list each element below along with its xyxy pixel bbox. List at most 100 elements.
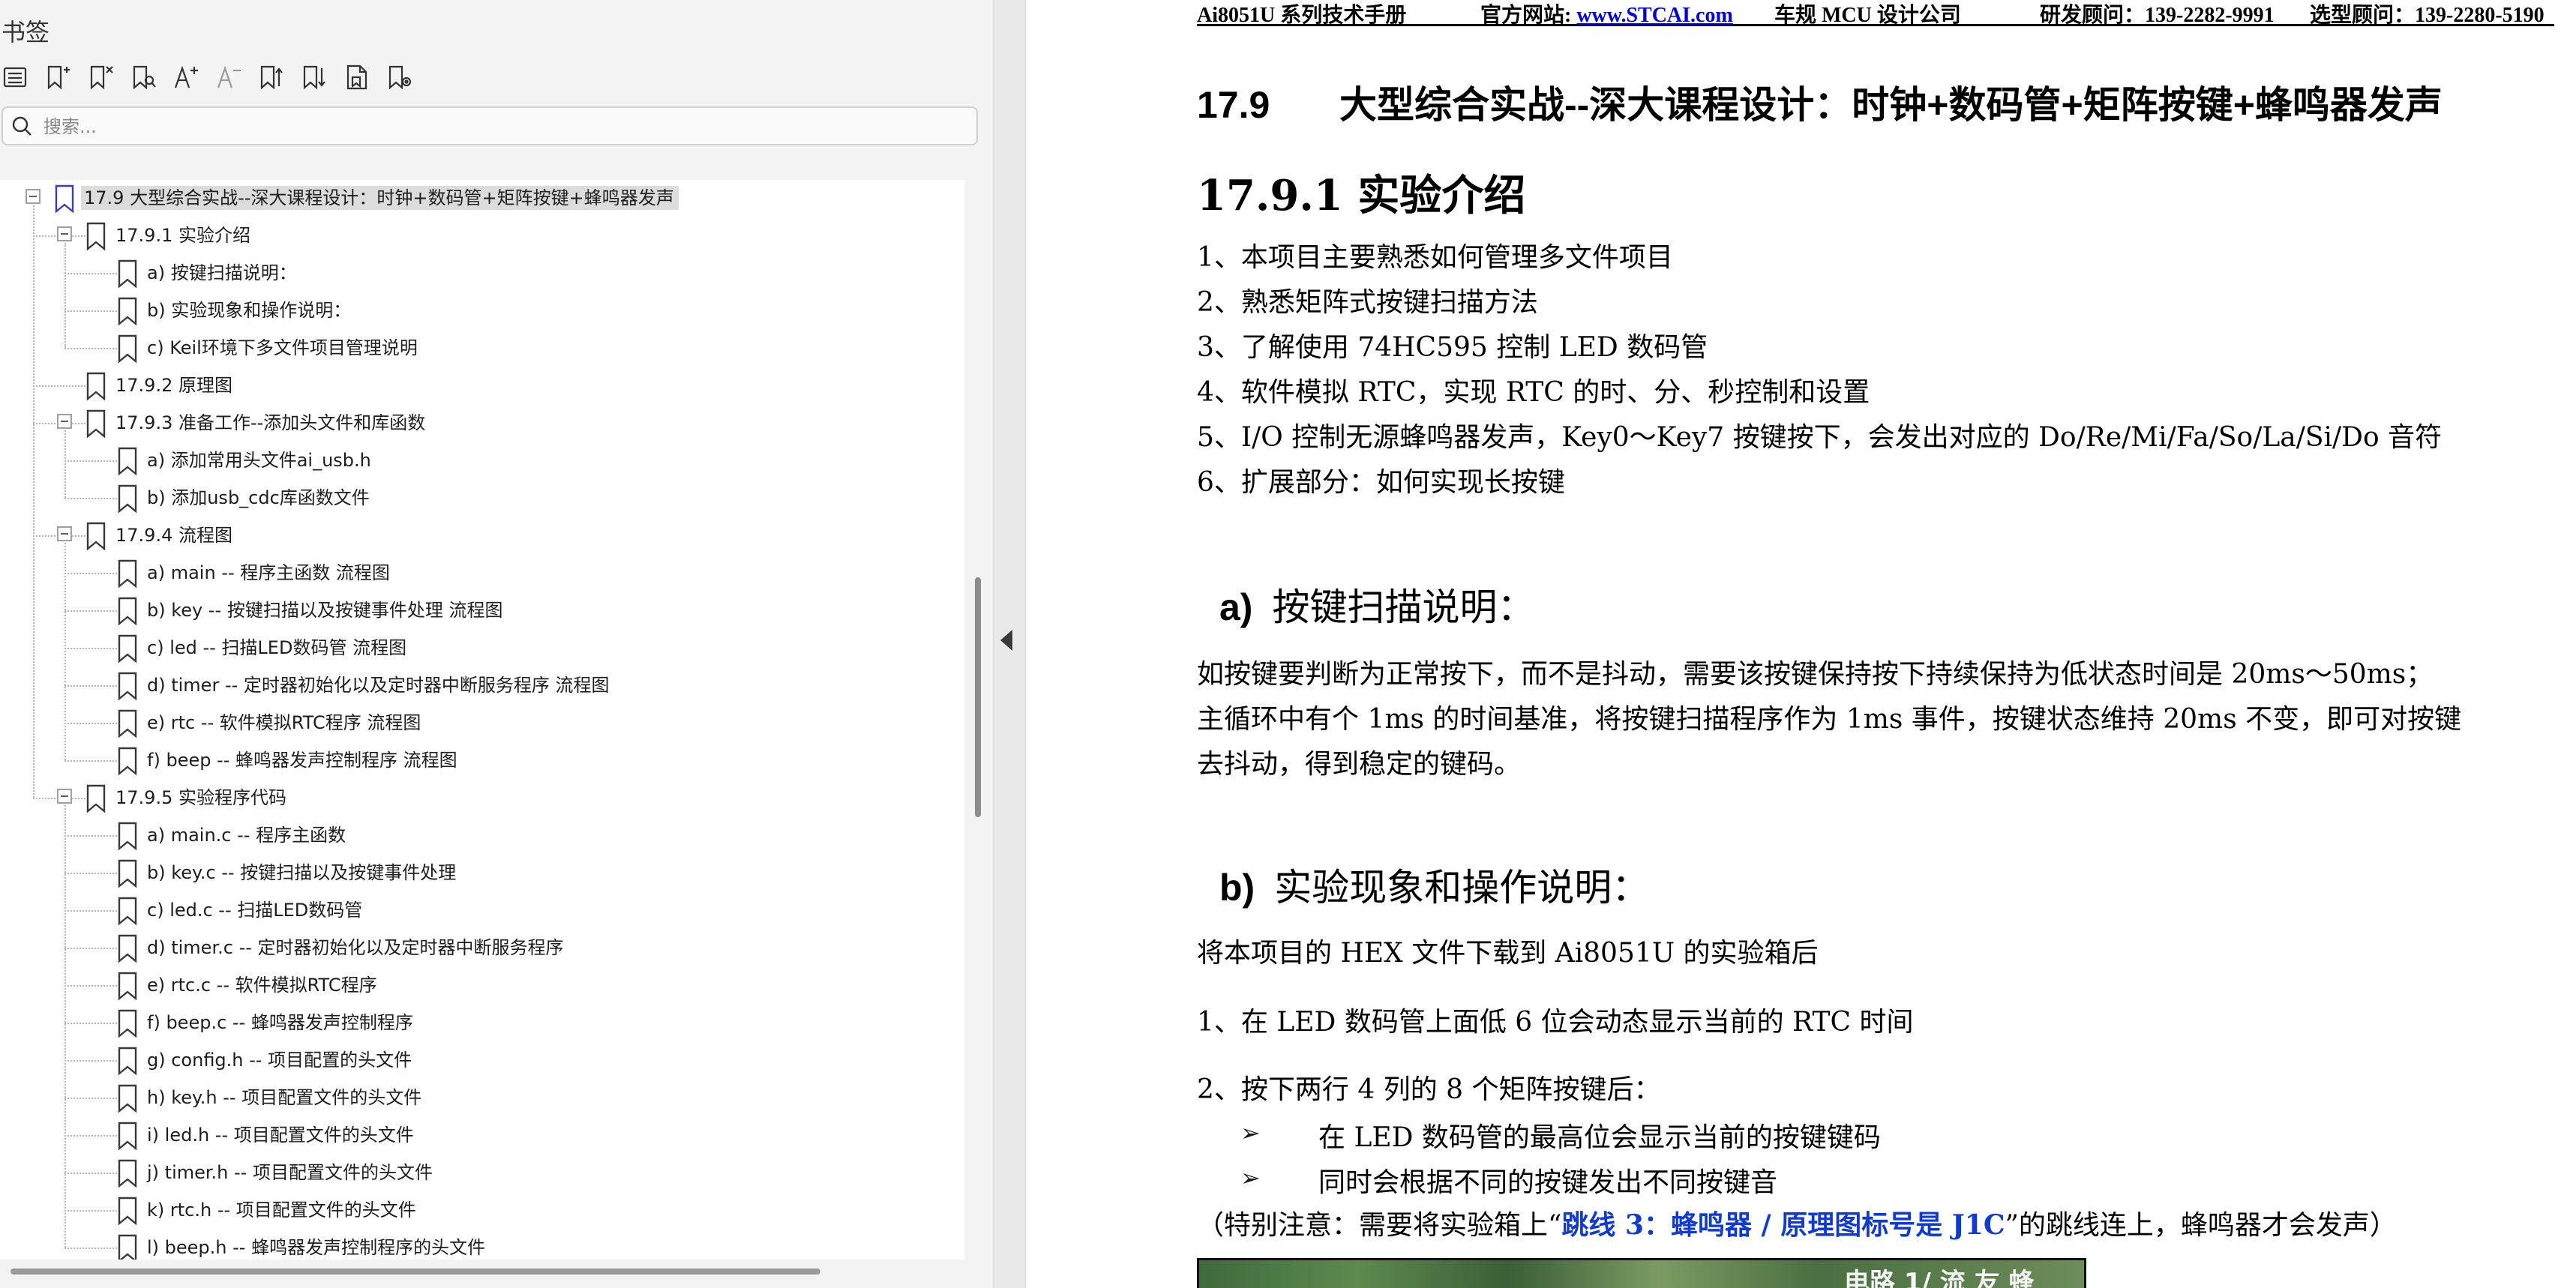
bookmark-item[interactable]: a) main -- 程序主函数 流程图 — [0, 555, 964, 592]
bookmark-item[interactable]: 17.9 大型综合实战--深大课程设计：时钟+数码管+矩阵按键+蜂鸣器发声 — [0, 180, 964, 217]
collapse-toggle-icon[interactable] — [57, 789, 72, 804]
bookmark-icon — [85, 409, 106, 439]
bookmark-item[interactable]: i) led.h -- 项目配置文件的头文件 — [0, 1117, 964, 1155]
bookmark-icon — [117, 672, 138, 701]
bookmark-label[interactable]: j) timer.h -- 项目配置文件的头文件 — [144, 1161, 437, 1185]
bookmark-label[interactable]: d) timer.c -- 定时器初始化以及定时器中断服务程序 — [144, 936, 568, 960]
bookmark-label[interactable]: f) beep.c -- 蜂鸣器发声控制程序 — [144, 1011, 418, 1035]
search-input[interactable] — [42, 112, 967, 141]
bookmark-item[interactable]: f) beep -- 蜂鸣器发声控制程序 流程图 — [0, 742, 964, 780]
bookmark-item[interactable]: d) timer.c -- 定时器初始化以及定时器中断服务程序 — [0, 930, 964, 967]
bookmark-label[interactable]: h) key.h -- 项目配置文件的头文件 — [144, 1086, 426, 1110]
bookmark-item[interactable]: a) 按键扫描说明： — [0, 255, 964, 292]
bookmark-search-box[interactable] — [1, 106, 978, 145]
bookmark-item[interactable]: 17.9.3 准备工作--添加头文件和库函数 — [0, 405, 964, 442]
section-heading: 17.9 大型综合实战--深大课程设计：时钟+数码管+矩阵按键+蜂鸣器发声 — [1197, 75, 2443, 129]
collapse-all-icon[interactable] — [299, 60, 329, 94]
bookmark-label[interactable]: e) rtc.c -- 软件模拟RTC程序 — [144, 973, 382, 997]
experiment-paragraph: 将本项目的 HEX 文件下载到 Ai8051U 的实验箱后 — [1197, 938, 1819, 969]
bookmark-label[interactable]: c) Keil环境下多文件项目管理说明 — [144, 336, 422, 360]
bookmark-item[interactable]: b) 实验现象和操作说明： — [0, 292, 964, 330]
header-company: 车规 MCU 设计公司 — [1774, 4, 1961, 27]
bookmark-label[interactable]: i) led.h -- 项目配置文件的头文件 — [144, 1123, 418, 1147]
bookmark-item[interactable]: b) 添加usb_cdc库函数文件 — [0, 480, 964, 517]
bookmark-item[interactable]: a) 添加常用头文件ai_usb.h — [0, 442, 964, 480]
bookmark-label[interactable]: a) main.c -- 程序主函数 — [144, 823, 350, 847]
bookmark-label[interactable]: g) config.h -- 项目配置的头文件 — [144, 1048, 416, 1072]
list-icon[interactable] — [0, 60, 30, 94]
bookmark-label[interactable]: b) key.c -- 按键扫描以及按键事件处理 — [144, 861, 460, 885]
horizontal-scrollbar-thumb[interactable] — [10, 1269, 820, 1275]
bookmark-item[interactable]: h) key.h -- 项目配置文件的头文件 — [0, 1080, 964, 1117]
bookmark-item[interactable]: b) key -- 按键扫描以及按键事件处理 流程图 — [0, 592, 964, 630]
decrease-font-icon[interactable] — [214, 60, 244, 94]
bookmark-item[interactable]: 17.9.5 实验程序代码 — [0, 780, 964, 817]
bookmark-label[interactable]: a) 添加常用头文件ai_usb.h — [144, 448, 376, 472]
bookmark-item[interactable]: b) key.c -- 按键扫描以及按键事件处理 — [0, 855, 964, 892]
bookmark-icon — [117, 897, 138, 926]
bookmark-icon — [117, 1234, 138, 1260]
bookmark-icon — [117, 334, 138, 364]
increase-font-icon[interactable] — [171, 60, 201, 94]
bookmark-item[interactable]: 17.9.2 原理图 — [0, 367, 964, 405]
bookmark-label[interactable]: k) rtc.h -- 项目配置文件的头文件 — [144, 1198, 421, 1222]
bookmark-item[interactable]: k) rtc.h -- 项目配置文件的头文件 — [0, 1192, 964, 1230]
bookmark-label[interactable]: f) beep -- 蜂鸣器发声控制程序 流程图 — [144, 748, 462, 772]
experiment-paragraph: 2、按下两行 4 列的 8 个矩阵按键后： — [1197, 1074, 1661, 1105]
find-bookmark-icon[interactable] — [128, 60, 158, 94]
bookmark-label[interactable]: 17.9.3 准备工作--添加头文件和库函数 — [112, 411, 430, 435]
bookmark-item[interactable]: e) rtc -- 软件模拟RTC程序 流程图 — [0, 705, 964, 742]
collapse-toggle-icon[interactable] — [25, 189, 40, 204]
add-bookmark-icon[interactable] — [43, 60, 73, 94]
bookmark-label[interactable]: c) led.c -- 扫描LED数码管 — [144, 898, 367, 922]
search-icon — [12, 116, 31, 136]
bookmark-label[interactable]: 17.9.2 原理图 — [112, 373, 237, 397]
bookmark-item[interactable]: g) config.h -- 项目配置的头文件 — [0, 1042, 964, 1080]
expand-all-icon[interactable] — [256, 60, 286, 94]
bullet-arrow: ➢ — [1240, 1164, 1261, 1192]
bookmark-settings-icon[interactable] — [385, 60, 415, 94]
heading-key-scan: a) 按键扫描说明： — [1219, 586, 1535, 628]
bookmark-icon — [117, 634, 138, 663]
bookmark-label[interactable]: a) main -- 程序主函数 流程图 — [144, 561, 394, 585]
bookmark-item[interactable]: 17.9.4 流程图 — [0, 517, 964, 555]
bookmark-item[interactable]: c) led.c -- 扫描LED数码管 — [0, 892, 964, 930]
collapse-panel-icon[interactable] — [1000, 630, 1012, 651]
bookmark-label[interactable]: a) 按键扫描说明： — [144, 261, 301, 285]
collapse-toggle-icon[interactable] — [57, 414, 72, 429]
bookmark-item[interactable]: e) rtc.c -- 软件模拟RTC程序 — [0, 967, 964, 1005]
bookmark-label[interactable]: b) key -- 按键扫描以及按键事件处理 流程图 — [144, 598, 507, 622]
subsection-heading: 17.9.1 实验介绍 — [1197, 171, 1526, 220]
bookmark-label[interactable]: 17.9 大型综合实战--深大课程设计：时钟+数码管+矩阵按键+蜂鸣器发声 — [81, 186, 679, 210]
delete-bookmark-icon[interactable] — [85, 60, 115, 94]
bookmark-item[interactable]: j) timer.h -- 项目配置文件的头文件 — [0, 1155, 964, 1192]
bookmark-item[interactable]: c) Keil环境下多文件项目管理说明 — [0, 330, 964, 367]
bookmark-item[interactable]: c) led -- 扫描LED数码管 流程图 — [0, 630, 964, 667]
bookmark-label[interactable]: 17.9.5 实验程序代码 — [112, 786, 291, 810]
bookmark-label[interactable]: b) 添加usb_cdc库函数文件 — [144, 486, 374, 510]
intro-item: 1、本项目主要熟悉如何管理多文件项目 — [1197, 242, 1673, 273]
intro-item: 3、了解使用 74HC595 控制 LED 数码管 — [1197, 332, 1708, 363]
bookmark-label[interactable]: d) timer -- 定时器初始化以及定时器中断服务程序 流程图 — [144, 673, 614, 697]
website-link[interactable]: www.STCAI.com — [1576, 4, 1732, 27]
bookmark-item[interactable]: a) main.c -- 程序主函数 — [0, 817, 964, 855]
bookmark-page-icon[interactable] — [342, 60, 372, 94]
collapse-toggle-icon[interactable] — [57, 226, 72, 241]
bookmark-label[interactable]: 17.9.4 流程图 — [112, 523, 237, 547]
bookmark-item[interactable]: l) beep.h -- 蜂鸣器发声控制程序的头文件 — [0, 1230, 964, 1260]
bookmark-item[interactable]: 17.9.1 实验介绍 — [0, 217, 964, 255]
bookmark-item[interactable]: d) timer -- 定时器初始化以及定时器中断服务程序 流程图 — [0, 667, 964, 705]
bookmark-label[interactable]: e) rtc -- 软件模拟RTC程序 流程图 — [144, 711, 425, 735]
bookmark-label[interactable]: l) beep.h -- 蜂鸣器发声控制程序的头文件 — [144, 1236, 490, 1260]
bookmark-label[interactable]: c) led -- 扫描LED数码管 流程图 — [144, 636, 411, 660]
header-website: 官方网站: www.STCAI.com — [1480, 4, 1733, 27]
tree-scrollbar-thumb[interactable] — [975, 577, 981, 817]
bookmark-icon — [117, 859, 138, 888]
bookmark-label[interactable]: 17.9.1 实验介绍 — [112, 223, 255, 247]
bookmark-icon — [117, 1159, 138, 1188]
key-scan-paragraph-line: 去抖动，得到稳定的键码。 — [1197, 749, 1522, 780]
collapse-toggle-icon[interactable] — [57, 526, 72, 541]
bookmark-item[interactable]: f) beep.c -- 蜂鸣器发声控制程序 — [0, 1005, 964, 1042]
jumper-note: （特别注意：需要将实验箱上“跳线 3：蜂鸣器 / 原理图标号是 J1C”的跳线连… — [1197, 1209, 2397, 1241]
bookmark-label[interactable]: b) 实验现象和操作说明： — [144, 298, 355, 322]
